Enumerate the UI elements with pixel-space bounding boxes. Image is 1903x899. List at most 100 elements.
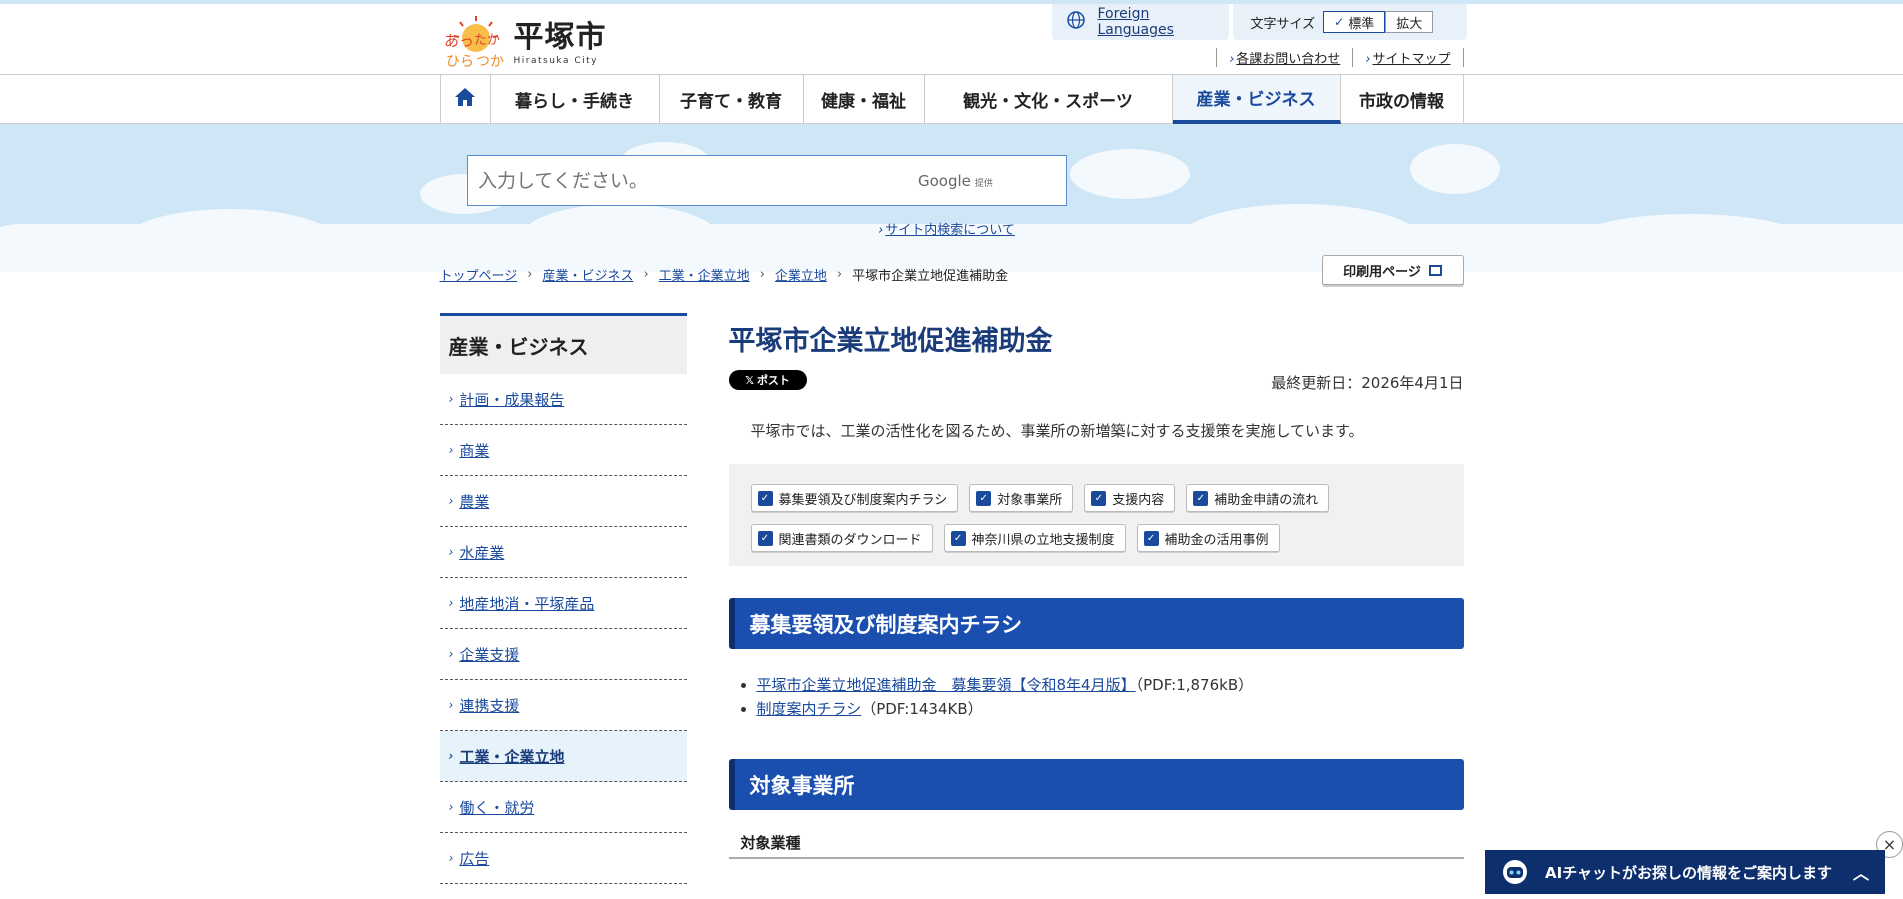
utility-links: › 各課お問い合わせ › サイトマップ xyxy=(1216,48,1464,67)
font-size-label: 文字サイズ xyxy=(1250,16,1316,32)
toc-link[interactable]: ✓ 補助金の活用事例 xyxy=(1136,524,1280,552)
search-hero: Google提供 ›サイト内検索について xyxy=(0,124,1903,272)
chevron-up-icon: ︿ xyxy=(1852,864,1869,883)
chevron-right-icon: › xyxy=(448,596,454,610)
sidebar-item[interactable]: › 広告 xyxy=(439,833,687,884)
main-content: 平塚市企業立地促進補助金 𝕏 ポスト 最終更新日：2026年4月1日 平塚市では、… xyxy=(728,313,1464,859)
sitemap-link[interactable]: サイトマップ xyxy=(1372,52,1450,67)
chevron-right-icon: › xyxy=(836,267,843,282)
site-logo[interactable]: あっ たか ひら つか 平塚市 Hiratsuka City xyxy=(440,12,607,74)
chevron-down-icon: ✓ xyxy=(1193,490,1209,506)
x-post-label: ポスト xyxy=(756,374,790,387)
ai-chat-bar[interactable]: AIチャットがお探しの情報をご案内します ︿ xyxy=(1485,850,1885,894)
sidebar-link[interactable]: 水産業 xyxy=(459,542,504,563)
chevron-right-icon: › xyxy=(448,392,454,406)
sidebar-link[interactable]: 地産地消・平塚産品 xyxy=(459,593,594,614)
breadcrumb-item[interactable]: 産業・ビジネス xyxy=(542,265,633,284)
nav-item-city-info[interactable]: 市政の情報 xyxy=(1341,75,1464,124)
svg-text:あっ: あっ xyxy=(444,32,474,50)
chevron-right-icon: › xyxy=(878,223,884,238)
file-info: （PDF:1,876kB） xyxy=(1135,676,1254,694)
chevron-right-icon: › xyxy=(448,851,454,865)
print-page-label: 印刷用ページ xyxy=(1343,264,1421,280)
breadcrumb-item[interactable]: 工業・企業立地 xyxy=(659,265,750,284)
sidebar-item[interactable]: › 農業 xyxy=(439,476,687,527)
sidebar-link[interactable]: 働く・就労 xyxy=(459,797,534,818)
chevron-down-icon: ✓ xyxy=(950,530,966,546)
search-about-link[interactable]: サイト内検索について xyxy=(885,223,1015,238)
toc-link[interactable]: ✓ 補助金申請の流れ xyxy=(1186,484,1330,512)
robot-icon xyxy=(1499,857,1531,887)
logo-mark: あっ たか ひら つか xyxy=(440,12,512,74)
section-heading-recruitment: 募集要領及び制度案内チラシ xyxy=(728,598,1464,649)
sidebar-item[interactable]: › 企業支援 xyxy=(439,629,687,680)
toc-link[interactable]: ✓ 関連書類のダウンロード xyxy=(750,524,933,552)
sidebar-link[interactable]: 計画・成果報告 xyxy=(459,389,564,410)
chevron-right-icon: › xyxy=(1365,52,1371,67)
cloud-decoration xyxy=(120,209,340,272)
toc-link[interactable]: ✓ 対象事業所 xyxy=(969,484,1074,512)
chevron-right-icon: › xyxy=(448,545,454,559)
sidebar-link[interactable]: 工業・企業立地 xyxy=(459,746,564,767)
site-header: あっ たか ひら つか 平塚市 Hiratsuka City Foreign L… xyxy=(440,4,1467,74)
svg-text:ひら: ひら xyxy=(446,54,474,70)
globe-icon xyxy=(1066,10,1086,34)
sidebar-item[interactable]: › 商業 xyxy=(439,425,687,476)
chevron-down-icon: ✓ xyxy=(757,490,773,506)
toc-link[interactable]: ✓ 募集要領及び制度案内チラシ xyxy=(750,484,959,512)
nav-item-childcare[interactable]: 子育て・教育 xyxy=(660,75,804,124)
chevron-down-icon: ✓ xyxy=(1143,530,1159,546)
font-size-switcher: 文字サイズ 標準 拡大 xyxy=(1232,4,1467,40)
toc-link[interactable]: ✓ 神奈川県の立地支援制度 xyxy=(943,524,1126,552)
search-input[interactable] xyxy=(468,169,908,192)
nav-item-tourism[interactable]: 観光・文化・スポーツ xyxy=(925,75,1173,124)
chevron-right-icon: › xyxy=(448,494,454,508)
breadcrumb-item[interactable]: トップページ xyxy=(440,265,518,284)
sidebar-link[interactable]: 商業 xyxy=(459,440,489,461)
new-window-icon xyxy=(1428,264,1442,276)
sidebar-item[interactable]: › 地産地消・平塚産品 xyxy=(439,578,687,629)
sidebar-heading: 産業・ビジネス xyxy=(439,313,687,374)
cloud-decoration xyxy=(520,204,720,272)
chevron-right-icon: › xyxy=(759,267,765,282)
document-link[interactable]: 平塚市企業立地促進補助金 募集要領【令和8年4月版】 xyxy=(757,676,1136,694)
chevron-right-icon: › xyxy=(448,647,454,661)
file-info: （PDF:1434KB） xyxy=(861,700,983,718)
document-link[interactable]: 制度案内チラシ xyxy=(757,700,862,718)
logo-title: 平塚市 xyxy=(513,20,607,55)
sidebar-item-active[interactable]: › 工業・企業立地 xyxy=(439,731,687,782)
x-post-button[interactable]: 𝕏 ポスト xyxy=(728,370,807,390)
nav-item-business[interactable]: 産業・ビジネス xyxy=(1172,75,1341,124)
sidebar-link[interactable]: 企業支援 xyxy=(459,644,519,665)
logo-subtitle: Hiratsuka City xyxy=(513,56,598,66)
contact-link[interactable]: 各課お問い合わせ xyxy=(1236,52,1340,67)
sidebar-link[interactable]: 農業 xyxy=(459,491,489,512)
sidebar-link[interactable]: 連携支援 xyxy=(459,695,519,716)
breadcrumb: トップページ › 産業・ビジネス › 工業・企業立地 › 企業立地 › 平塚市企… xyxy=(440,265,1009,284)
nav-item-health[interactable]: 健康・福祉 xyxy=(804,75,925,124)
sidebar-item[interactable]: › 計画・成果報告 xyxy=(439,374,687,425)
nav-item-living[interactable]: 暮らし・手続き xyxy=(491,75,660,124)
foreign-languages-link[interactable]: Foreign Languages xyxy=(1098,6,1229,38)
chevron-right-icon: › xyxy=(448,698,454,712)
chevron-right-icon: › xyxy=(448,443,454,457)
sidebar-item[interactable]: › 水産業 xyxy=(439,527,687,578)
breadcrumb-item[interactable]: 企業立地 xyxy=(775,265,827,284)
nav-home[interactable] xyxy=(441,75,491,124)
intro-text: 平塚市では、工業の活性化を図るため、事業所の新増築に対する支援策を実施しています… xyxy=(750,422,1364,440)
font-size-large-button[interactable]: 拡大 xyxy=(1385,11,1434,33)
chevron-right-icon: › xyxy=(1229,52,1235,67)
sidebar-item[interactable]: › 連携支援 xyxy=(439,680,687,731)
toc-link[interactable]: ✓ 支援内容 xyxy=(1084,484,1176,512)
svg-text:つか: つか xyxy=(476,54,504,70)
sidebar-link[interactable]: 広告 xyxy=(459,848,489,869)
search-about: › サイト内検索について xyxy=(878,219,1015,238)
breadcrumb-current: 平塚市企業立地促進補助金 xyxy=(852,269,1009,284)
font-size-standard-button[interactable]: 標準 xyxy=(1323,11,1386,33)
print-page-button[interactable]: 印刷用ページ xyxy=(1321,255,1464,285)
list-item: 制度案内チラシ（PDF:1434KB） xyxy=(757,697,1464,721)
chevron-down-icon: ✓ xyxy=(757,530,773,546)
foreign-languages-box: Foreign Languages xyxy=(1051,4,1229,40)
sidebar-item[interactable]: › 働く・就労 xyxy=(439,782,687,833)
page-title: 平塚市企業立地促進補助金 xyxy=(728,326,1053,357)
